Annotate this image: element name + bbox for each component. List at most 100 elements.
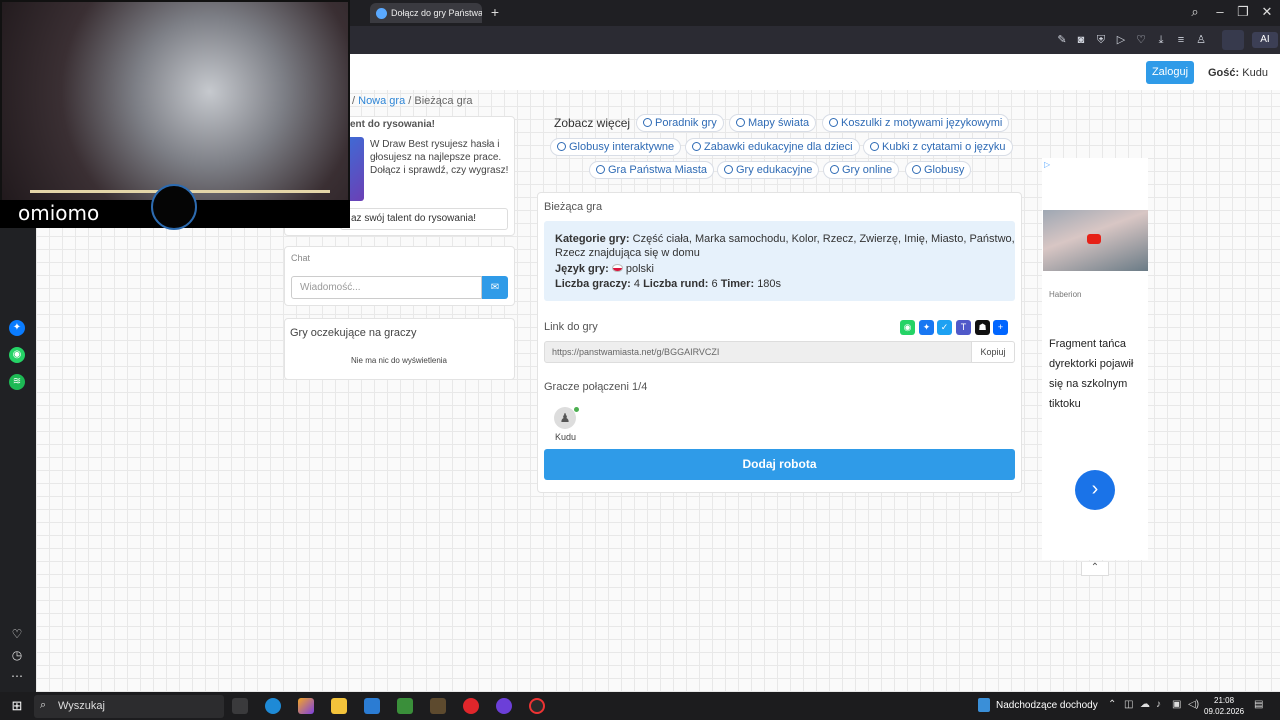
profile-icon[interactable]: ♙ [1194,33,1208,47]
close-icon[interactable]: ✕ [1258,4,1276,20]
game-link-label: Link do gry [544,321,598,333]
minimize-icon[interactable]: – [1211,4,1229,19]
widgets-text[interactable]: Nadchodzące dochody [996,700,1098,711]
link-pill[interactable]: Kubki z cytatami o języku [863,138,1013,156]
task-view-icon[interactable] [232,698,248,714]
ad-choices-icon[interactable]: ▷ [1044,160,1050,169]
breadcrumb-separator: / [352,95,356,107]
promo-button[interactable]: az swój talent do rysowania! [340,208,508,230]
link-pill-label: Mapy świata [748,117,810,129]
network-icon[interactable]: ▣ [1172,699,1181,710]
link-pill-label: Kubki z cytatami o języku [882,141,1006,153]
poland-flag-icon [611,264,623,272]
breadcrumb-separator: / [408,95,412,107]
maximize-icon[interactable]: ❐ [1234,4,1252,20]
copilot-icon[interactable] [298,698,314,714]
link-pill[interactable]: Zabawki edukacyjne dla dzieci [685,138,860,156]
waiting-games-title: Gry oczekujące na graczy [290,327,417,339]
whatsapp-icon[interactable]: ◉ [9,347,25,363]
volume-icon[interactable]: ◁) [1188,699,1199,710]
menu-icon[interactable]: ≡ [1174,33,1188,47]
plus-circle-icon [596,165,605,174]
link-pill[interactable]: Poradnik gry [636,114,724,132]
new-tab-button[interactable]: + [488,5,502,19]
ai-button[interactable]: AI [1252,32,1278,48]
taskbar-search[interactable]: Wyszukaj [34,695,224,718]
copy-link-button[interactable]: Kopiuj [971,341,1015,363]
file-explorer-icon[interactable] [331,698,347,714]
link-pill[interactable]: Gra Państwa Miasta [589,161,715,179]
promo-text: W Draw Best rysujesz hasła i głosujesz n… [370,139,509,176]
language-line: Język gry: polski [555,262,654,276]
search-icon[interactable]: ⌕ [1186,4,1204,20]
spotify-icon[interactable]: ≋ [9,374,25,390]
timer-label: Timer: [720,278,755,290]
teams-icon[interactable]: T [956,320,971,335]
shield-icon[interactable]: ⛨ [1094,33,1108,47]
send-message-icon: ✉ [490,282,500,293]
messenger-icon[interactable]: ✦ [9,320,25,336]
heart-icon[interactable]: ♡ [10,627,24,641]
breadcrumb-new-game[interactable]: Nowa gra [358,95,405,107]
link-pill[interactable]: Gry online [823,161,900,179]
more-icon[interactable]: ⋯ [10,669,24,683]
download-icon[interactable]: ⤓ [1154,33,1168,47]
messenger-icon[interactable]: ✦ [919,320,934,335]
waiting-games-empty: Nie ma nic do wyświetlenia [350,356,448,365]
opera-icon[interactable] [463,698,479,714]
microphone-icon[interactable]: ♪ [1156,699,1161,710]
online-status-indicator [574,407,579,412]
tray-cloud-icon[interactable]: ☁ [1140,699,1150,710]
notifications-icon[interactable]: ▤ [1254,699,1263,710]
windows-start-icon[interactable]: ⊞ [10,699,24,713]
players-value: 4 [633,278,640,290]
link-pill[interactable]: Gry edukacyjne [717,161,820,179]
mail-icon[interactable] [364,698,380,714]
whatsapp-icon[interactable]: ◉ [900,320,915,335]
guest-label: Gość: [1208,67,1240,79]
tray-app-icon[interactable]: ◫ [1124,699,1133,710]
clock-time: 21:08 [1214,696,1235,705]
taskbar-clock[interactable]: 21:08 09.02.2026 [1204,695,1244,717]
edge-icon[interactable] [265,698,281,714]
login-button[interactable]: Zaloguj [1146,61,1194,84]
language-label: Język gry: [555,263,609,275]
browser-tab[interactable]: Dołącz do gry Państwa M [370,3,482,23]
ad-headline[interactable]: Fragment tańca dyrektorki pojawił się na… [1049,334,1143,414]
player-avatar-icon: ♟ [554,407,576,429]
snapchat-icon[interactable]: ☗ [975,320,990,335]
link-pill-label: Gra Państwa Miasta [608,164,708,176]
opera-gx-icon[interactable] [496,698,512,714]
plus-circle-icon [830,165,839,174]
add-bot-button[interactable]: Dodaj robota [544,449,1015,480]
obs-icon[interactable] [529,698,545,714]
tab-title: Dołącz do gry Państwa M [391,8,482,18]
categories-line-2: Rzecz znajdująca się w domu [555,247,700,259]
edit-icon[interactable]: ✎ [1055,33,1069,47]
ad-next-button[interactable]: › [1075,470,1115,510]
twitter-icon[interactable]: ✓ [937,320,952,335]
game-link-field[interactable]: https://panstwamiasta.net/g/BGGAIRVCZI [544,341,972,363]
ad-collapse-button[interactable]: ⌃ [1081,562,1109,576]
widgets-icon[interactable] [978,698,990,712]
play-icon[interactable]: ▷ [1114,33,1128,47]
youtube-play-icon[interactable] [1087,234,1101,244]
share-more-icon[interactable]: + [993,320,1008,335]
chat-send-button[interactable]: ✉ [482,276,508,299]
minecraft-icon[interactable] [430,698,446,714]
chat-message-input[interactable]: Wiadomość... [291,276,482,299]
link-pill[interactable]: Mapy świata [729,114,817,132]
heart-icon[interactable]: ♡ [1134,33,1148,47]
store-icon[interactable] [397,698,413,714]
plus-circle-icon [870,142,879,151]
link-pill[interactable]: Globusy interaktywne [550,138,682,156]
chat-label: Chat [291,253,311,263]
tray-chevron-icon[interactable]: ⌃ [1108,699,1116,710]
history-icon[interactable]: ◷ [10,648,24,662]
categories-label: Kategorie gry: [555,233,630,245]
camera-icon[interactable]: ◙ [1074,33,1088,47]
plus-circle-icon [736,118,745,127]
link-pill[interactable]: Globusy [905,161,972,179]
link-pill[interactable]: Koszulki z motywami językowymi [822,114,1010,132]
extension-icon[interactable] [1222,30,1244,50]
